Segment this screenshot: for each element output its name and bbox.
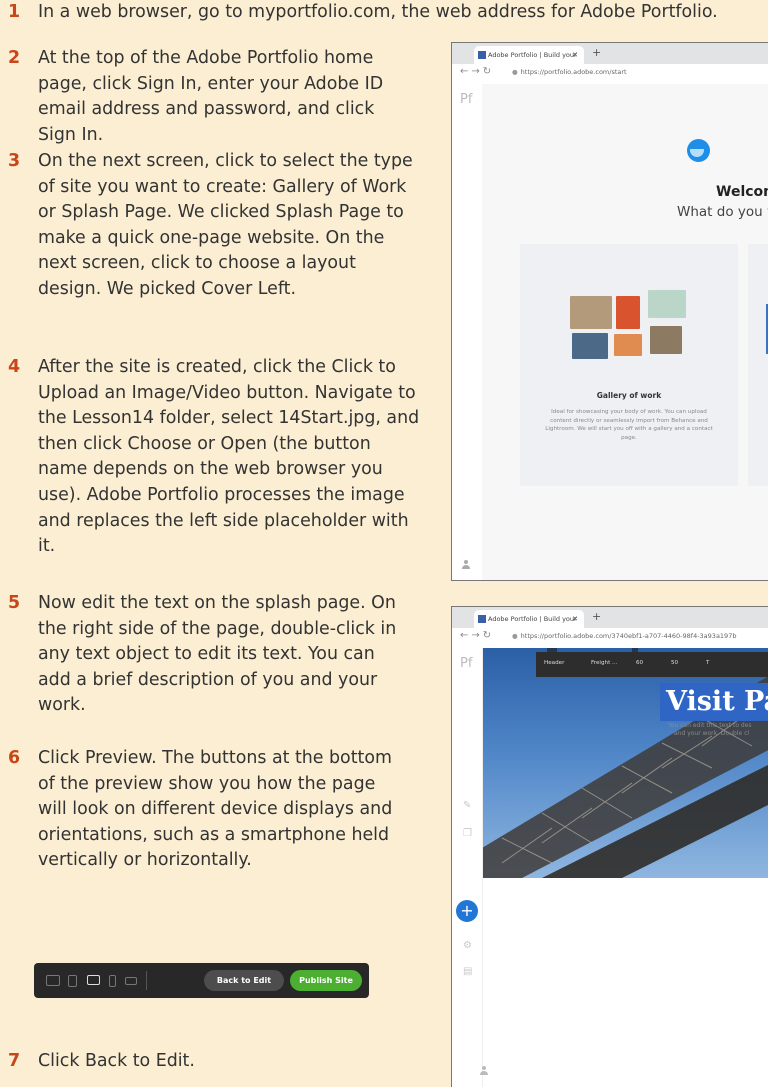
step-number: 5	[8, 593, 21, 613]
step-text: Click Preview. The buttons at the bottom…	[38, 748, 393, 871]
welcome-panel: Welcom What do you want Gallery of work …	[482, 84, 768, 580]
favicon-icon	[478, 51, 486, 59]
step-number: 4	[8, 357, 21, 377]
step-text: At the top of the Adobe Portfolio home p…	[38, 48, 384, 145]
welcome-question: What do you want	[677, 204, 768, 220]
gallery-thumbnail	[650, 326, 682, 354]
gallery-thumbnail	[614, 334, 642, 356]
text-format-toolbar: Header Freight ... 60 50 T	[536, 652, 768, 677]
gear-icon[interactable]: ⚙	[463, 940, 472, 951]
tab-bar: Adobe Portfolio | Build your own ✕ +	[452, 43, 768, 77]
new-tab-icon[interactable]: +	[592, 610, 601, 623]
tablet-landscape-icon[interactable]	[87, 975, 100, 985]
gallery-card-description: Ideal for showcasing your body of work. …	[545, 409, 713, 441]
url-text: https://portfolio.adobe.com/start	[520, 68, 627, 76]
text-transform-button[interactable]: T	[706, 660, 709, 666]
size-field[interactable]: 60	[636, 660, 643, 666]
editor-sidebar: Pf ✎ ❐ + ⚙ ▤	[452, 648, 483, 1087]
url-field[interactable]: ● https://portfolio.adobe.com/start	[512, 68, 627, 76]
back-to-edit-button[interactable]: Back to Edit	[204, 970, 284, 991]
font-select[interactable]: Freight ...	[591, 660, 617, 666]
portfolio-logo: Pf	[460, 92, 473, 107]
gallery-thumbnail	[648, 290, 686, 318]
desktop-icon[interactable]	[46, 975, 60, 986]
step-text: On the next screen, click to select the …	[38, 151, 413, 299]
gallery-card-title: Gallery of work	[596, 391, 662, 400]
step-number: 2	[8, 48, 21, 68]
tablet-portrait-icon[interactable]	[68, 975, 77, 987]
layout-icon[interactable]: ▤	[463, 966, 472, 977]
add-content-button[interactable]: +	[456, 900, 478, 922]
pencil-icon[interactable]: ✎	[463, 800, 471, 811]
step-number: 3	[8, 151, 21, 171]
body-text-line[interactable]: and your work. Double cl	[674, 730, 749, 738]
address-bar: ←→↻ ● https://portfolio.adobe.com/start	[452, 64, 768, 85]
new-tab-icon[interactable]: +	[592, 46, 601, 59]
user-icon[interactable]	[479, 1066, 489, 1076]
step-number: 6	[8, 748, 21, 768]
body-text-line[interactable]: You can edit this text to des	[668, 722, 752, 730]
divider	[146, 971, 147, 990]
splash-page-card[interactable]	[748, 244, 768, 486]
browser-tab[interactable]: Adobe Portfolio | Build your own ✕	[474, 610, 584, 641]
tab-bar: Adobe Portfolio | Build your own ✕ +	[452, 607, 768, 641]
nav-arrows-icon[interactable]: ←→↻	[460, 66, 494, 77]
step-text: In a web browser, go to myportfolio.com,…	[38, 2, 718, 22]
gallery-thumbnail	[570, 296, 612, 329]
preview-toolbar: Back to Edit Publish Site	[34, 963, 369, 998]
step-number: 1	[8, 2, 21, 22]
gallery-of-work-card[interactable]: Gallery of work Ideal for showcasing you…	[520, 244, 738, 486]
browser-screenshot-start: Adobe Portfolio | Build your own ✕ + ←→↻…	[452, 43, 768, 580]
leading-field[interactable]: 50	[671, 660, 678, 666]
close-icon[interactable]: ✕	[572, 46, 578, 64]
user-icon[interactable]	[461, 560, 471, 570]
publish-site-button[interactable]: Publish Site	[290, 970, 362, 991]
portfolio-brand-icon	[687, 139, 710, 162]
pages-icon[interactable]: ❐	[463, 828, 472, 839]
browser-tab[interactable]: Adobe Portfolio | Build your own ✕	[474, 46, 584, 77]
style-select[interactable]: Header	[544, 660, 564, 666]
phone-landscape-icon[interactable]	[125, 977, 137, 985]
favicon-icon	[478, 615, 486, 623]
step-text: After the site is created, click the Cli…	[38, 357, 420, 557]
gallery-thumbnail	[616, 296, 640, 329]
step-number: 7	[8, 1051, 21, 1071]
browser-screenshot-editor: Adobe Portfolio | Build your own ✕ + ←→↻…	[452, 607, 768, 1087]
phone-portrait-icon[interactable]	[109, 975, 116, 987]
portfolio-sidebar: Pf	[452, 84, 483, 580]
address-bar: ←→↻ ● https://portfolio.adobe.com/3740ebf…	[452, 628, 768, 649]
step-text: Now edit the text on the splash page. On…	[38, 593, 397, 716]
gallery-thumbnail	[572, 333, 608, 359]
welcome-heading: Welcom	[716, 184, 768, 200]
nav-arrows-icon[interactable]: ←→↻	[460, 630, 494, 641]
lock-icon: ●	[512, 68, 518, 76]
step-text: Click Back to Edit.	[38, 1051, 195, 1071]
url-text: https://portfolio.adobe.com/3740ebf1-a70…	[520, 632, 737, 640]
selected-heading-text[interactable]: Visit Pa	[660, 683, 768, 721]
url-field[interactable]: ● https://portfolio.adobe.com/3740ebf1-a7…	[512, 632, 736, 640]
close-icon[interactable]: ✕	[572, 610, 578, 628]
portfolio-logo: Pf	[460, 656, 473, 671]
lock-icon: ●	[512, 632, 518, 640]
